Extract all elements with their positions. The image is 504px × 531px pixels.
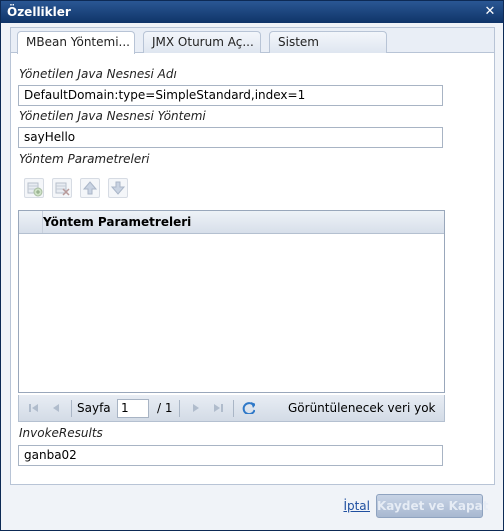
properties-dialog: Özellikler ✕ MBean Yöntemi... JMX Oturum… — [0, 0, 504, 531]
pager-separator — [179, 400, 180, 417]
first-page-icon[interactable] — [27, 401, 41, 415]
pager-status: Görüntülenecek veri yok — [288, 401, 436, 415]
params-grid[interactable]: Yöntem Parametreleri — [18, 210, 445, 393]
grid-select-column[interactable] — [19, 211, 43, 233]
tab-jmx-login[interactable]: JMX Oturum Aç... — [143, 31, 261, 53]
refresh-icon[interactable] — [241, 400, 255, 414]
invoke-results-label: InvokeResults — [19, 426, 103, 440]
move-up-button[interactable] — [80, 178, 100, 198]
invoke-results-field[interactable]: ganba02 — [18, 445, 443, 466]
page-number-input[interactable]: 1 — [117, 399, 149, 418]
object-name-label: Yönetilen Java Nesnesi Adı — [19, 67, 177, 81]
move-down-button[interactable] — [108, 178, 128, 198]
grid-pager: Sayfa 1 / 1 Görüntülenecek veri yok — [18, 395, 445, 422]
next-page-icon[interactable] — [189, 401, 203, 415]
add-row-icon — [27, 182, 43, 197]
grid-header: Yöntem Parametreleri — [19, 211, 444, 234]
tab-mbean-method[interactable]: MBean Yöntemi... — [17, 31, 135, 54]
object-name-field[interactable]: DefaultDomain:type=SimpleStandard,index=… — [18, 85, 443, 106]
add-row-button[interactable] — [24, 178, 44, 198]
method-params-label: Yöntem Parametreleri — [19, 152, 150, 166]
page-label: Sayfa — [77, 401, 111, 415]
last-page-icon[interactable] — [211, 401, 225, 415]
page-total: / 1 — [157, 401, 173, 415]
method-label: Yönetilen Java Nesnesi Yöntemi — [19, 109, 206, 123]
dialog-title: Özellikler — [7, 5, 71, 19]
tab-panel: MBean Yöntemi... JMX Oturum Aç... Sistem… — [10, 27, 495, 485]
arrow-down-icon — [110, 181, 126, 195]
arrow-up-icon — [82, 181, 98, 195]
pager-separator — [71, 400, 72, 417]
tab-strip: MBean Yöntemi... JMX Oturum Aç... Sistem — [11, 28, 494, 54]
pager-separator — [233, 400, 234, 417]
delete-row-icon — [55, 182, 70, 196]
delete-row-button[interactable] — [52, 178, 72, 198]
dialog-titlebar[interactable]: Özellikler ✕ — [1, 1, 503, 23]
tab-system[interactable]: Sistem — [269, 31, 387, 53]
save-and-close-button[interactable]: Kaydet ve Kapat — [376, 494, 488, 518]
cancel-link[interactable]: İptal — [343, 499, 370, 513]
close-icon[interactable]: ✕ — [483, 5, 497, 19]
method-field[interactable]: sayHello — [18, 127, 443, 148]
grid-column-header[interactable]: Yöntem Parametreleri — [43, 211, 191, 234]
prev-page-icon[interactable] — [49, 401, 63, 415]
